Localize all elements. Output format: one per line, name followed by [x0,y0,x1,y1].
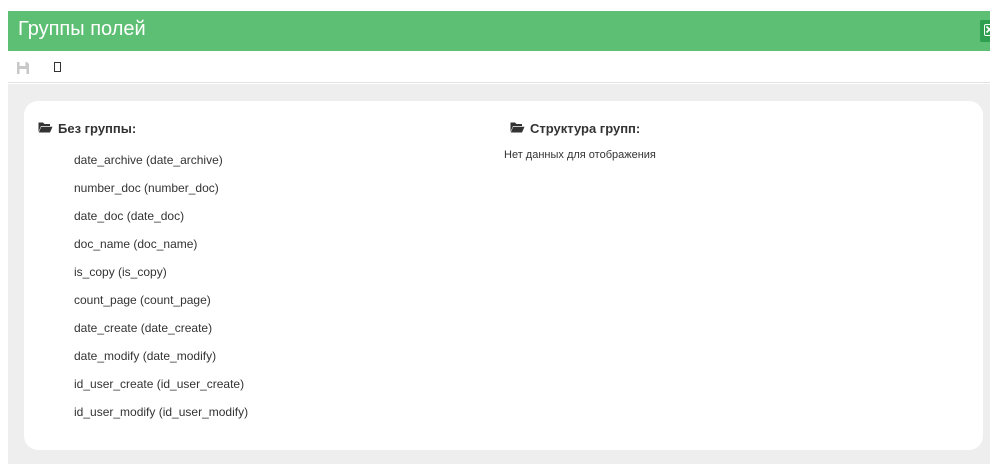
list-item[interactable]: is_copy (is_copy) [74,264,248,292]
folder-open-icon [510,121,525,136]
ungrouped-title: Без группы: [58,121,137,137]
main-area: Без группы: date_archive (date_archive) … [8,84,990,464]
window-header: Группы полей [8,11,990,51]
list-item[interactable]: count_page (count_page) [74,292,248,320]
list-item[interactable]: id_user_modify (id_user_modify) [74,404,248,432]
list-item[interactable]: number_doc (number_doc) [74,180,248,208]
page-title: Группы полей [18,18,146,40]
list-item[interactable]: date_archive (date_archive) [74,152,248,180]
toolbar-placeholder-button[interactable] [54,62,61,72]
folder-open-icon [38,121,53,136]
empty-state-text: Нет данных для отображения [504,149,656,161]
list-item[interactable]: date_modify (date_modify) [74,348,248,376]
toolbar [8,51,990,83]
close-icon [984,24,990,36]
ungrouped-field-list: date_archive (date_archive) number_doc (… [74,152,248,432]
list-item[interactable]: doc_name (doc_name) [74,236,248,264]
ungrouped-header: Без группы: [38,120,136,136]
close-button[interactable] [980,20,990,42]
list-item[interactable]: date_doc (date_doc) [74,208,248,236]
list-item[interactable]: date_create (date_create) [74,320,248,348]
fields-card: Без группы: date_archive (date_archive) … [24,101,983,450]
list-item[interactable]: id_user_create (id_user_create) [74,376,248,404]
group-structure-header: Структура групп: [510,120,640,136]
save-icon[interactable] [16,61,30,75]
group-structure-title: Структура групп: [530,121,641,137]
